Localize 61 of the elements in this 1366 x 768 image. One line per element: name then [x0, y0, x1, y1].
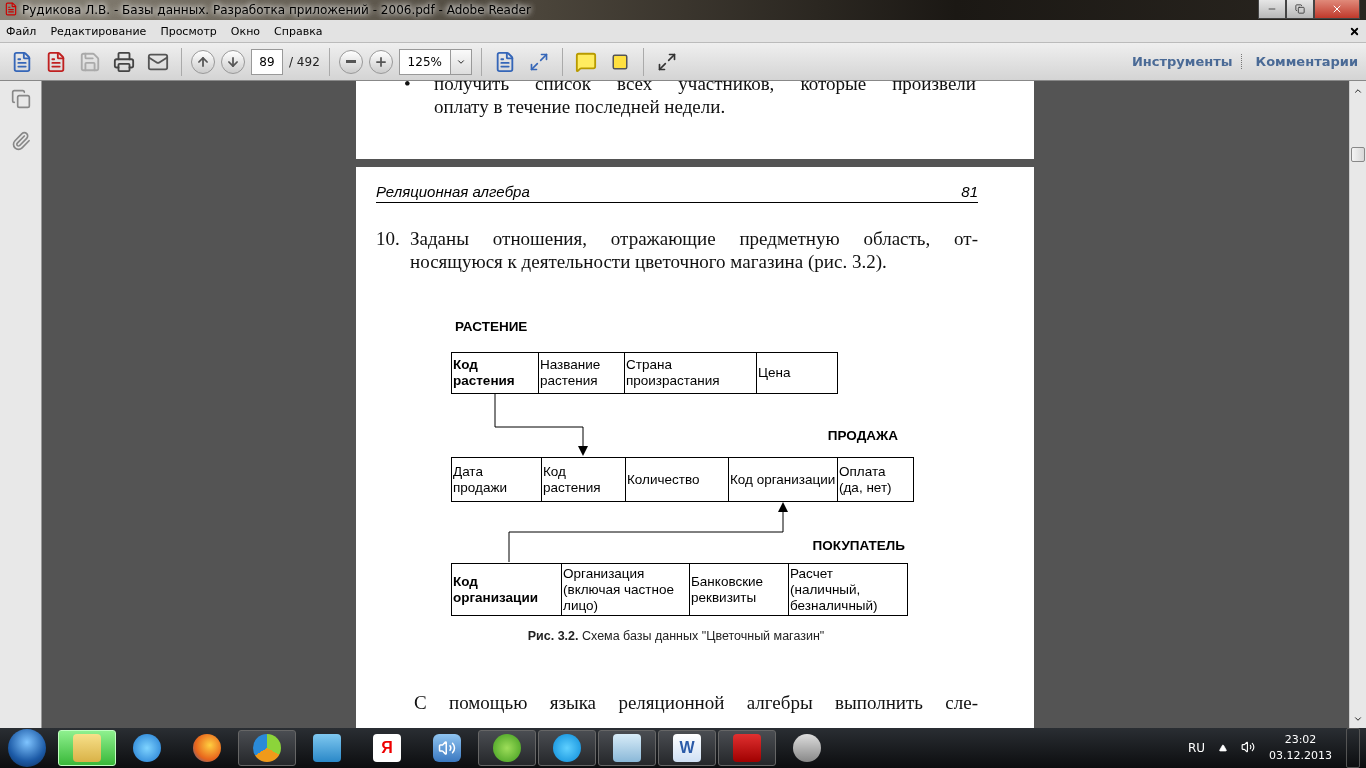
field-cell: Организация (включая частное лицо) — [561, 564, 689, 615]
bullet: • — [404, 81, 412, 96]
field-cell: Название растения — [538, 353, 624, 393]
close-button[interactable] — [1314, 0, 1360, 19]
taskbar-button[interactable]: W — [658, 730, 716, 766]
previous-page-button[interactable] — [191, 49, 215, 74]
taskbar-button[interactable] — [538, 730, 596, 766]
window-title: Рудикова Л.В. - Базы данных. Разработка приложений - 2006.pdf - Adobe Reader — [22, 3, 532, 17]
field-cell: Код растения — [541, 458, 625, 501]
menu-item[interactable]: Просмотр — [160, 24, 217, 38]
taskbar-button[interactable]: Я — [358, 730, 416, 766]
field-cell: Цена — [756, 353, 837, 393]
field-cell: Количество — [625, 458, 728, 501]
paragraph: Заданы отношения, отражающие предметную область, от- носящуюся к деятельности цветочного магазина (рис. 3.2). — [410, 227, 978, 273]
field-cell: Расчет (наличный, безналичный) — [788, 564, 907, 615]
show-desktop-button[interactable] — [1346, 728, 1360, 768]
speaker-icon — [438, 739, 456, 757]
zoom-dropdown-button[interactable] — [450, 48, 472, 75]
close-icon[interactable] — [1349, 25, 1360, 37]
restore-button[interactable] — [1286, 0, 1314, 19]
plus-icon — [373, 54, 388, 69]
next-page-button[interactable] — [221, 49, 245, 74]
table-name: РАСТЕНИЕ — [455, 319, 528, 334]
field-cell-text: Код организации — [452, 572, 539, 607]
figure-caption: Рис. 3.2. Схема базы данных "Цветочный магазин" — [526, 629, 826, 643]
zoom-field[interactable]: 125% — [398, 48, 451, 75]
zoom-in-button[interactable] — [368, 49, 393, 74]
toolbar-link[interactable]: Инструменты — [1117, 54, 1241, 69]
item-number: 10. — [376, 227, 401, 251]
taskbar-button[interactable] — [238, 730, 296, 766]
close-icon — [1331, 3, 1343, 15]
menu-item[interactable]: Окно — [230, 24, 261, 38]
tray-expand-icon[interactable] — [1219, 741, 1227, 755]
page-number: 81 — [961, 183, 978, 200]
field-cell: Страна произрастания — [624, 353, 756, 393]
menu-item[interactable]: Справка — [274, 24, 323, 38]
field-cell: Банковские реквизиты — [689, 564, 788, 615]
taskbar-button[interactable] — [478, 730, 536, 766]
zoom-out-button[interactable] — [338, 49, 363, 74]
taskbar-button[interactable] — [598, 730, 656, 766]
page-number-field[interactable]: 89 — [251, 48, 283, 75]
menu-item[interactable]: Файл — [6, 24, 37, 38]
language-indicator[interactable]: RU — [1187, 741, 1205, 755]
start-button[interactable] — [8, 729, 46, 767]
page-total: / 492 — [289, 54, 320, 69]
scrollbar-thumb[interactable] — [1351, 147, 1365, 162]
paragraph: получить список всех участников, которые произвели оплату в течение последней недели. — [434, 81, 976, 118]
table-name: ПРОДАЖА — [827, 428, 898, 443]
running-header: Реляционная алгебра — [376, 183, 530, 200]
field-cell: Оплата (да, нет) — [837, 458, 913, 501]
minimize-button[interactable] — [1258, 0, 1286, 19]
toolbar-link[interactable]: Комментарии — [1240, 54, 1366, 69]
field-cell: Код организации — [728, 458, 837, 501]
clock[interactable]: 23:02 03.12.2013 — [1269, 732, 1332, 764]
menu-item[interactable]: Редактирование — [50, 24, 147, 38]
minus-icon — [345, 60, 356, 63]
field-cell-text: Дата продажи — [452, 462, 508, 497]
paragraph: С помощью языка реляционной алгебры выполнить сле- — [414, 691, 978, 714]
restore-icon — [1295, 4, 1305, 14]
field-cell-text: Код растения — [452, 356, 516, 390]
table-name: ПОКУПАТЕЛЬ — [812, 538, 905, 553]
